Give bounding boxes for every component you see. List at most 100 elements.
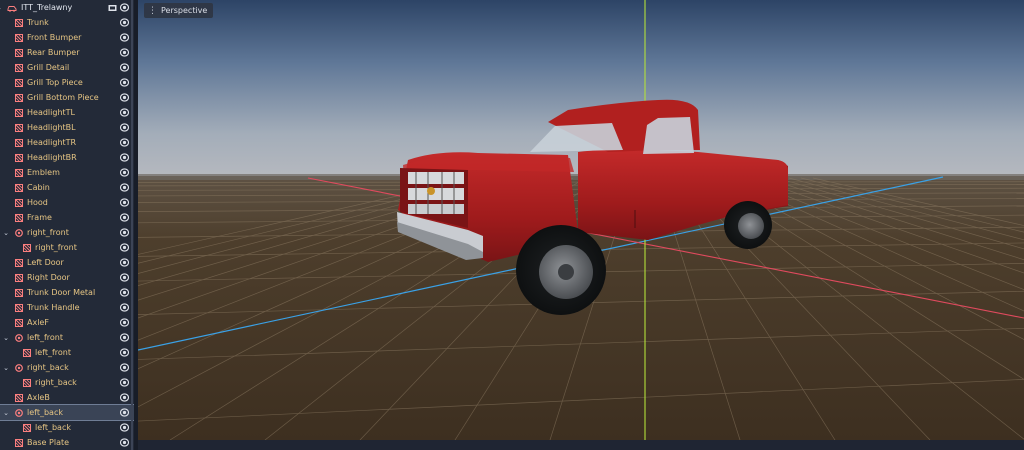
expand-chevron-icon[interactable]: ⌄ (2, 364, 10, 372)
tree-node[interactable]: AxleB (0, 390, 134, 405)
visibility-eye-icon[interactable] (119, 408, 130, 417)
bottom-status-bar (138, 440, 1024, 450)
tree-node[interactable]: right_back (0, 375, 134, 390)
visibility-eye-icon[interactable] (119, 288, 130, 297)
scene-instance-icon[interactable] (108, 4, 117, 12)
expand-chevron-icon[interactable]: ⌄ (2, 229, 10, 237)
tree-node[interactable]: Base Plate (0, 435, 134, 450)
tree-node[interactable]: Grill Bottom Piece (0, 90, 134, 105)
tree-node[interactable]: ⌄ right_front (0, 225, 134, 240)
visibility-eye-icon[interactable] (119, 3, 130, 12)
visibility-eye-icon[interactable] (119, 123, 130, 132)
mesh-instance-icon (15, 438, 23, 447)
tree-node[interactable]: Grill Top Piece (0, 75, 134, 90)
mesh-instance-icon (15, 108, 23, 117)
tree-node-label: right_back (35, 378, 77, 387)
visibility-eye-icon[interactable] (119, 213, 130, 222)
tree-node-label: HeadlightTL (27, 108, 75, 117)
tree-node[interactable]: Left Door (0, 255, 134, 270)
visibility-eye-icon[interactable] (119, 363, 130, 372)
expand-chevron-icon[interactable]: ⌄ (2, 409, 10, 417)
tree-root-node[interactable]: ⌄ ITT_Trelawny (0, 0, 134, 15)
visibility-eye-icon[interactable] (119, 273, 130, 282)
tree-node[interactable]: Trunk Door Metal (0, 285, 134, 300)
tree-node-label: left_back (35, 423, 71, 432)
visibility-eye-icon[interactable] (119, 183, 130, 192)
tree-node-label: Hood (27, 198, 48, 207)
tree-node-label: HeadlightBR (27, 153, 77, 162)
visibility-eye-icon[interactable] (119, 48, 130, 57)
tree-node-label: Base Plate (27, 438, 70, 447)
mesh-instance-icon (15, 48, 23, 57)
tree-node-label: right_back (27, 363, 69, 372)
sky (138, 0, 1024, 178)
tree-node[interactable]: HeadlightBR (0, 150, 134, 165)
mesh-instance-icon (15, 63, 23, 72)
tree-node-label: Grill Detail (27, 63, 70, 72)
tree-node[interactable]: HeadlightTL (0, 105, 134, 120)
visibility-eye-icon[interactable] (119, 333, 130, 342)
visibility-eye-icon[interactable] (119, 318, 130, 327)
mesh-instance-icon (23, 378, 31, 387)
tree-node[interactable]: ⌄ right_back (0, 360, 134, 375)
tree-node[interactable]: Trunk (0, 15, 134, 30)
tree-node-label: Front Bumper (27, 33, 82, 42)
tree-node[interactable]: Frame (0, 210, 134, 225)
tree-node[interactable]: ⌄ left_back (0, 404, 134, 421)
visibility-eye-icon[interactable] (119, 78, 130, 87)
tree-node[interactable]: Rear Bumper (0, 45, 134, 60)
3d-viewport[interactable]: ⋮ Perspective (138, 0, 1024, 440)
visibility-eye-icon[interactable] (119, 153, 130, 162)
visibility-eye-icon[interactable] (119, 18, 130, 27)
tree-node[interactable]: AxleF (0, 315, 134, 330)
mesh-instance-icon (15, 123, 23, 132)
front-grill (408, 172, 464, 214)
tree-node[interactable]: Right Door (0, 270, 134, 285)
expand-chevron-icon[interactable]: ⌄ (0, 4, 3, 12)
tree-node[interactable]: Hood (0, 195, 134, 210)
visibility-eye-icon[interactable] (119, 138, 130, 147)
visibility-eye-icon[interactable] (119, 198, 130, 207)
visibility-eye-icon[interactable] (119, 63, 130, 72)
tree-node[interactable]: right_front (0, 240, 134, 255)
tree-node[interactable]: left_back (0, 420, 134, 435)
tree-node-label: left_back (27, 408, 63, 417)
visibility-eye-icon[interactable] (119, 378, 130, 387)
visibility-eye-icon[interactable] (119, 303, 130, 312)
visibility-eye-icon[interactable] (119, 438, 130, 447)
tree-node[interactable]: Emblem (0, 165, 134, 180)
visibility-eye-icon[interactable] (119, 93, 130, 102)
visibility-eye-icon[interactable] (119, 243, 130, 252)
tree-node-label: AxleF (27, 318, 49, 327)
tree-node-label: Emblem (27, 168, 60, 177)
tree-node[interactable]: HeadlightTR (0, 135, 134, 150)
mesh-instance-icon (15, 93, 23, 102)
mesh-instance-icon (23, 243, 31, 252)
tree-node[interactable]: Trunk Handle (0, 300, 134, 315)
tree-node-label: Cabin (27, 183, 50, 192)
tree-node-label: ITT_Trelawny (21, 3, 73, 12)
visibility-eye-icon[interactable] (119, 228, 130, 237)
visibility-eye-icon[interactable] (119, 393, 130, 402)
tree-node-label: Trunk Door Metal (27, 288, 96, 297)
visibility-eye-icon[interactable] (119, 168, 130, 177)
visibility-eye-icon[interactable] (119, 258, 130, 267)
tree-node[interactable]: Cabin (0, 180, 134, 195)
tree-node[interactable]: left_front (0, 345, 134, 360)
visibility-eye-icon[interactable] (119, 348, 130, 357)
visibility-eye-icon[interactable] (119, 423, 130, 432)
vehicle-wheel-icon (15, 363, 23, 372)
perspective-menu-button[interactable]: ⋮ Perspective (144, 3, 214, 18)
tree-node-label: HeadlightBL (27, 123, 76, 132)
tree-node-label: Right Door (27, 273, 70, 282)
tree-node[interactable]: Front Bumper (0, 30, 134, 45)
tree-node[interactable]: HeadlightBL (0, 120, 134, 135)
kebab-menu-icon: ⋮ (148, 5, 157, 16)
tree-node[interactable]: ⌄ left_front (0, 330, 134, 345)
tree-node[interactable]: Grill Detail (0, 60, 134, 75)
expand-chevron-icon[interactable]: ⌄ (2, 334, 10, 342)
scene-tree-scrollbar[interactable] (131, 0, 133, 450)
visibility-eye-icon[interactable] (119, 33, 130, 42)
visibility-eye-icon[interactable] (119, 108, 130, 117)
mesh-instance-icon (15, 78, 23, 87)
